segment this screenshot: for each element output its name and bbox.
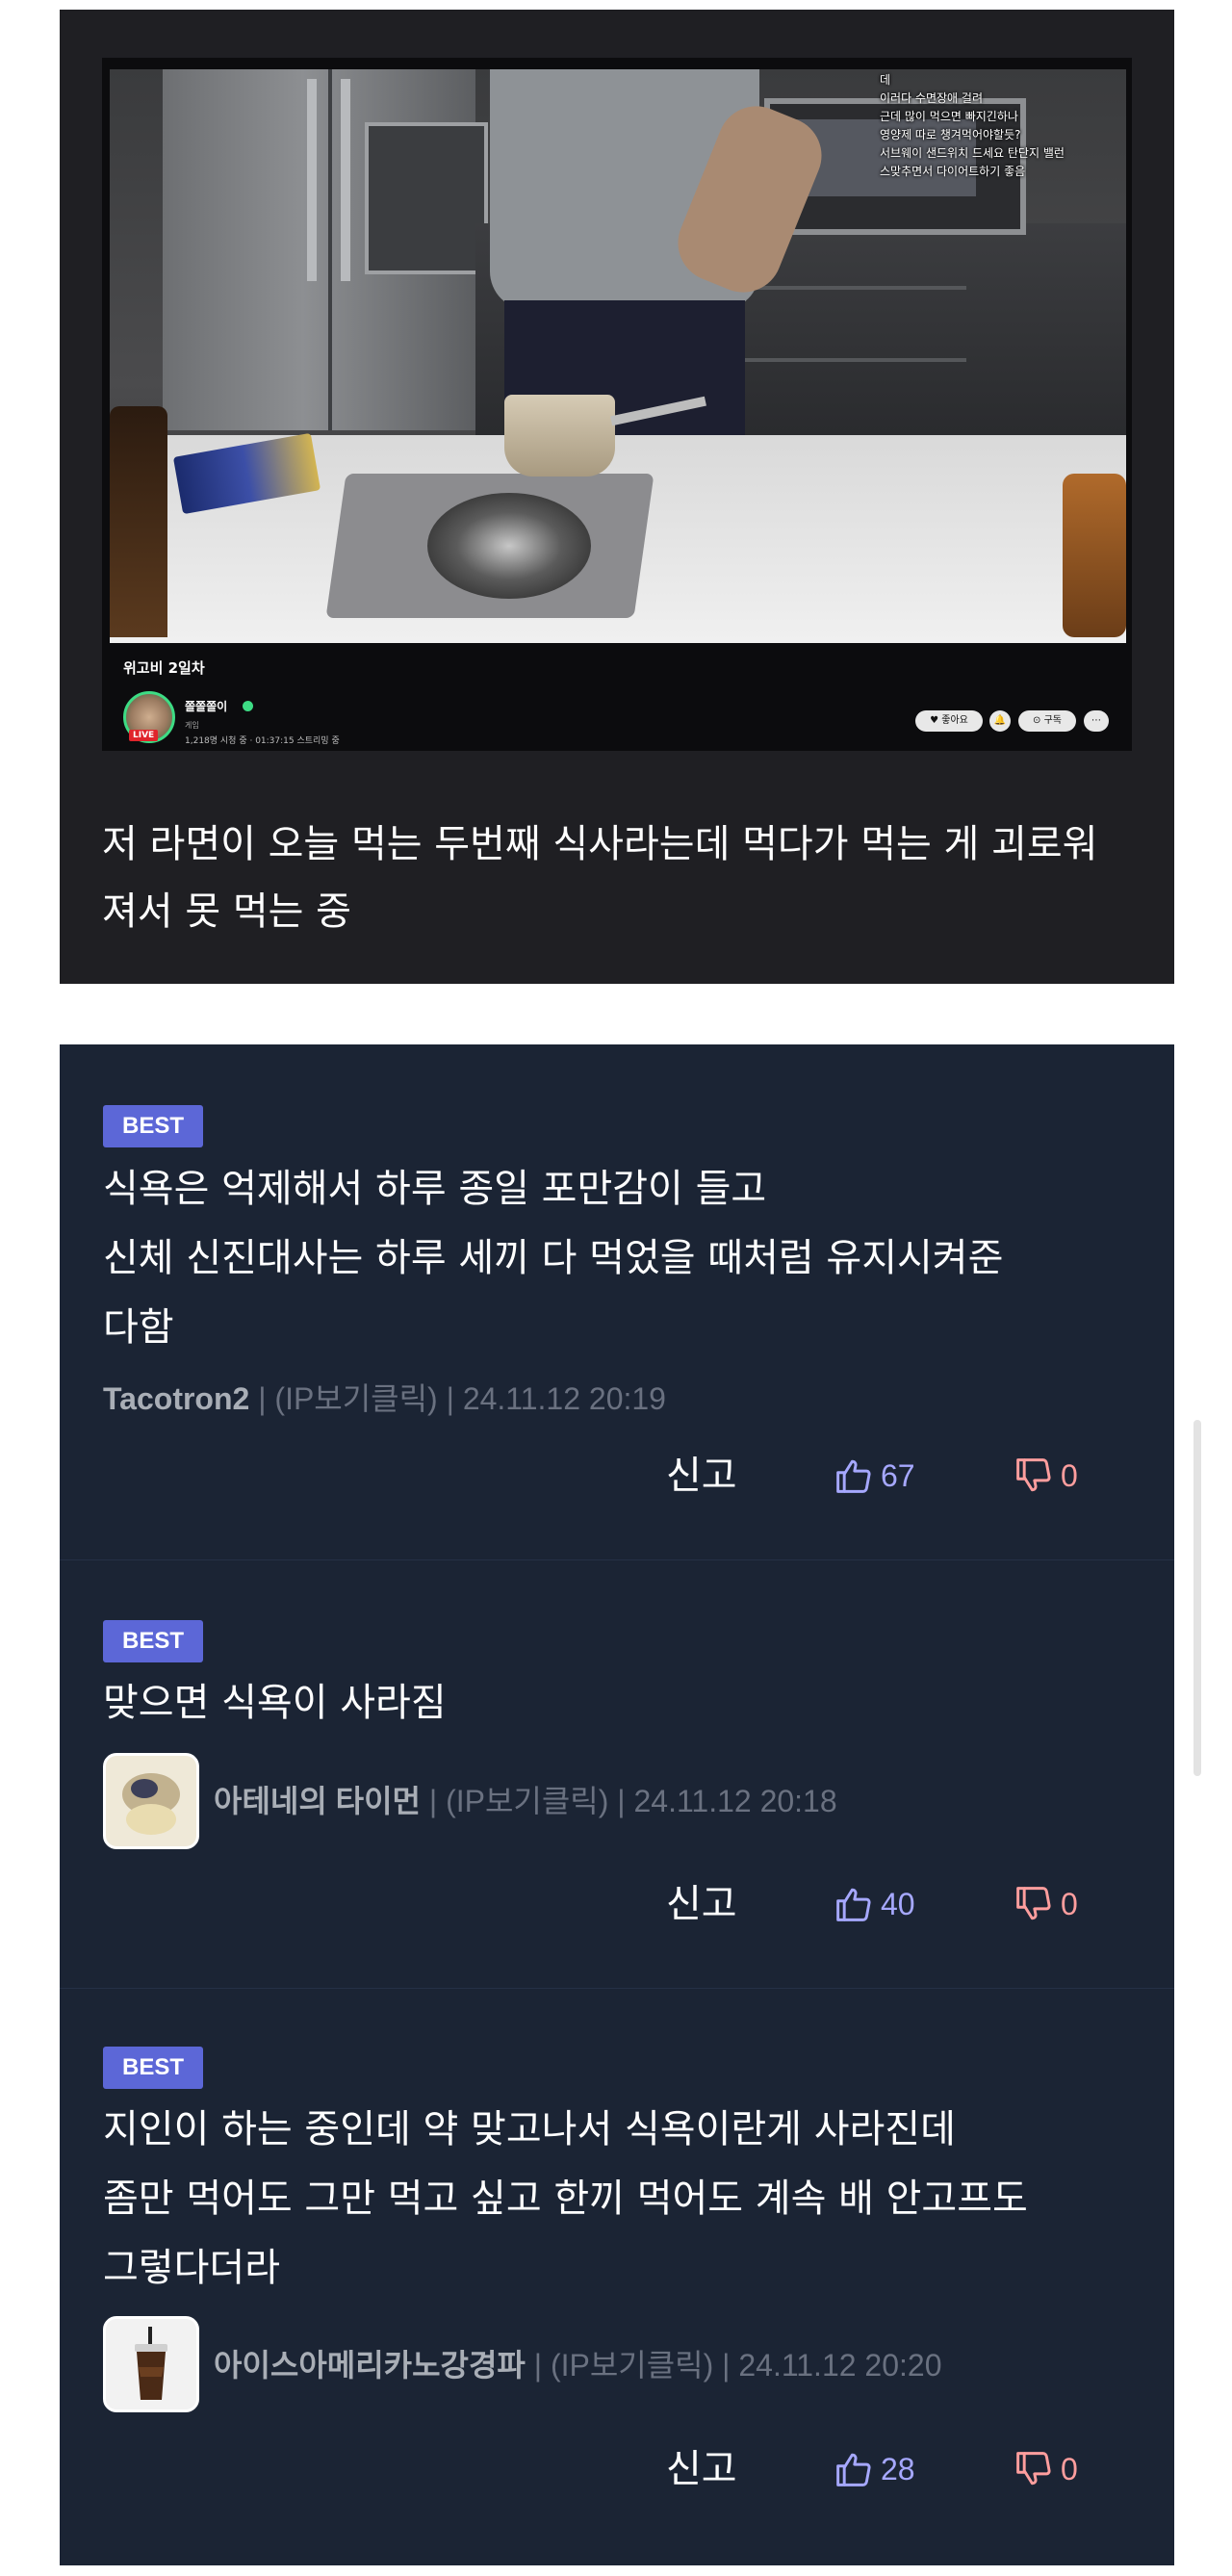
- chat-line: 이러다 수면장애 걸려: [880, 91, 983, 105]
- fridge: [163, 69, 488, 430]
- more-icon[interactable]: ⋯: [1084, 710, 1109, 732]
- comment-actions: 신고 28 0: [60, 2440, 1174, 2498]
- thumbs-up-icon: [836, 1888, 871, 1921]
- chat-line: 스맞추면서 다이어트하기 좋음: [880, 165, 1026, 178]
- thumbs-up-icon: [836, 2453, 871, 2486]
- comment-line: 지인이 하는 중인데 약 맞고나서 식욕이란게 사라진데: [103, 2107, 956, 2151]
- subscribe-button[interactable]: ⊙ 구독: [1018, 710, 1076, 732]
- like-stream-button[interactable]: ♥ 좋아요: [915, 710, 983, 732]
- bottle: [110, 406, 167, 637]
- best-badge: BEST: [103, 1620, 203, 1662]
- separator: |: [608, 1784, 634, 1818]
- comment-meta: 아테네의 타이먼 | (IP보기클릭) | 24.11.12 20:18: [214, 1777, 837, 1825]
- comment-line: 맞으면 식욕이 사라짐: [103, 1681, 447, 1725]
- comment-line: 신체 신진대사는 하루 세끼 다 먹었을 때처럼 유지시켜준: [103, 1236, 1004, 1280]
- scrollbar[interactable]: [1194, 1420, 1201, 1776]
- viewer-count: 1,218명 시청 중 · 01:37:15 스트리밍 중: [185, 736, 340, 746]
- best-badge: BEST: [103, 2047, 203, 2089]
- comment-body: 지인이 하는 중인데 약 맞고나서 식욕이란게 사라진데 좀만 먹어도 그만 먹…: [103, 2095, 1142, 2303]
- chat-line: 서브웨이 샌드위치 드세요 탄단지 밸런: [880, 146, 1065, 160]
- comment-nickname[interactable]: 아이스아메리카노강경파: [214, 2348, 526, 2383]
- ip-view-link[interactable]: (IP보기클릭): [551, 2348, 713, 2383]
- comment-line: 식욕은 억제해서 하루 종일 포만감이 들고: [103, 1167, 767, 1211]
- iced-coffee-icon: [106, 2319, 196, 2409]
- streamer-name[interactable]: 쫄쫄쫄이: [185, 698, 227, 714]
- report-button[interactable]: 신고: [666, 2440, 737, 2498]
- like-count: 40: [881, 1887, 915, 1921]
- avatar-image: [106, 1756, 196, 1846]
- stream-info-bar: 위고비 2일차 LIVE 쫄쫄쫄이 게임 1,218명 시청 중 · 01:37…: [102, 643, 1132, 751]
- stream-category: 게임: [185, 721, 199, 730]
- bell-icon[interactable]: 🔔: [989, 710, 1011, 732]
- comment-item: BEST 지인이 하는 중인데 약 맞고나서 식욕이란게 사라진데 좀만 먹어도…: [60, 1988, 1174, 2566]
- dislike-count: 0: [1061, 2452, 1078, 2486]
- comment-item: BEST 식욕은 억제해서 하루 종일 포만감이 들고 신체 신진대사는 하루 …: [60, 1044, 1174, 1559]
- chat-line: 데: [880, 73, 891, 87]
- report-button[interactable]: 신고: [666, 1875, 737, 1933]
- comment-actions: 신고 40 0: [60, 1875, 1174, 1933]
- best-comments-section: BEST 식욕은 억제해서 하루 종일 포만감이 들고 신체 신진대사는 하루 …: [60, 1044, 1174, 2565]
- post-card: 데 이러다 수면장애 걸려 근데 많이 먹으면 빠지긴하나 영양제 따로 챙겨먹…: [60, 10, 1174, 984]
- user-avatar[interactable]: [103, 2316, 199, 2412]
- comment-date: 24.11.12 20:20: [738, 2348, 942, 2383]
- comment-item: BEST 맞으면 식욕이 사라짐 아테네의 타이먼 | (IP보기클릭) | 2…: [60, 1559, 1174, 1989]
- report-button[interactable]: 신고: [666, 1447, 737, 1505]
- comment-actions: 신고 67 0: [60, 1447, 1174, 1505]
- separator: |: [420, 1784, 447, 1818]
- comment-body: 식욕은 억제해서 하루 종일 포만감이 들고 신체 신진대사는 하루 세끼 다 …: [103, 1154, 1142, 1362]
- verified-icon: [243, 701, 253, 711]
- user-avatar[interactable]: [103, 1753, 199, 1849]
- comment-date: 24.11.12 20:19: [462, 1381, 666, 1416]
- thumbs-down-icon: [1016, 1887, 1051, 1920]
- like-count: 67: [881, 1458, 915, 1493]
- chat-line: 근데 많이 먹으면 빠지긴하나: [880, 110, 1018, 123]
- comment-nickname[interactable]: 아테네의 타이먼: [214, 1784, 421, 1818]
- separator: |: [249, 1381, 275, 1416]
- thumbs-down-icon: [1016, 1458, 1051, 1492]
- comment-line: 좀만 먹어도 그만 먹고 싶고 한끼 먹어도 계속 배 안고프도: [103, 2177, 1028, 2221]
- comment-meta: 아이스아메리카노강경파 | (IP보기클릭) | 24.11.12 20:20: [214, 2341, 942, 2389]
- separator: |: [525, 2348, 551, 2383]
- comment-line: 다함: [103, 1305, 174, 1350]
- thumbs-down-icon: [1016, 2452, 1051, 2486]
- separator: |: [437, 1381, 463, 1416]
- pot: [504, 395, 615, 477]
- kitchen-scene-image: 데 이러다 수면장애 걸려 근데 많이 먹으면 빠지긴하나 영양제 따로 챙겨먹…: [110, 69, 1126, 643]
- live-chat-overlay: 데 이러다 수면장애 걸려 근데 많이 먹으면 빠지긴하나 영양제 따로 챙겨먹…: [880, 71, 1120, 181]
- comment-body: 맞으면 식욕이 사라짐: [103, 1668, 1142, 1738]
- comment-nickname[interactable]: Tacotron2: [103, 1381, 249, 1416]
- dislike-count: 0: [1061, 1887, 1078, 1921]
- comment-meta: Tacotron2 | (IP보기클릭) | 24.11.12 20:19: [103, 1375, 666, 1423]
- ip-view-link[interactable]: (IP보기클릭): [446, 1784, 608, 1818]
- live-badge: LIVE: [129, 730, 159, 741]
- stream-title: 위고비 2일차: [123, 659, 205, 677]
- ip-view-link[interactable]: (IP보기클릭): [274, 1381, 437, 1416]
- thumbs-up-icon: [836, 1459, 871, 1493]
- stream-screenshot[interactable]: 데 이러다 수면장애 걸려 근데 많이 먹으면 빠지긴하나 영양제 따로 챙겨먹…: [102, 58, 1132, 751]
- like-count: 28: [881, 2452, 915, 2486]
- separator: |: [713, 2348, 739, 2383]
- best-badge: BEST: [103, 1105, 203, 1147]
- post-caption: 저 라면이 오늘 먹는 두번째 식사라는데 먹다가 먹는 게 괴로워져서 못 먹…: [102, 822, 1098, 934]
- comment-line: 그렇다더라: [103, 2246, 280, 2290]
- comment-date: 24.11.12 20:18: [633, 1784, 837, 1818]
- chat-line: 영양제 따로 챙겨먹어야할듯?: [880, 128, 1021, 142]
- dislike-count: 0: [1061, 1458, 1078, 1493]
